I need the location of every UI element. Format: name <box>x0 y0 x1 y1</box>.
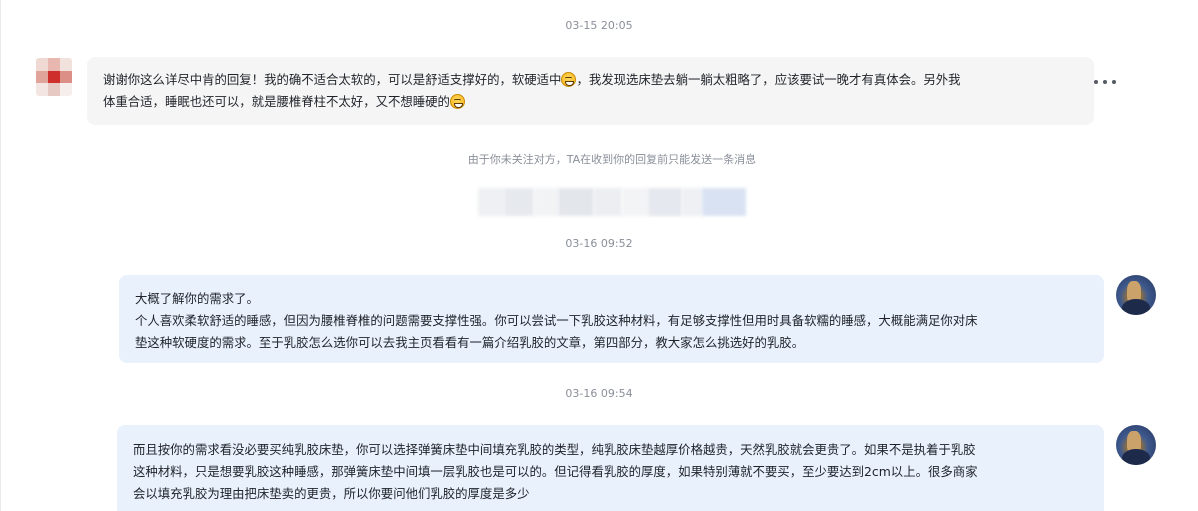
more-dots-icon[interactable] <box>1094 73 1116 91</box>
message-bubble-incoming: 谢谢你这么详尽中肯的回复！我的确不适合太软的，可以是舒适支撑好的，软硬适中 ，我发… <box>87 57 1094 125</box>
message-line: 谢谢你这么详尽中肯的回复！我的确不适合太软的，可以是舒适支撑好的，软硬适中 ，我发… <box>103 69 1078 91</box>
follow-notice: 由于你未关注对方，TA在收到你的回复前只能发送一条消息 <box>467 153 757 166</box>
timestamp: 03-15 20:05 <box>565 19 633 32</box>
avatar[interactable] <box>1116 425 1156 465</box>
left-divider <box>0 0 1 511</box>
message-line: 体重合适，睡眠也还可以，就是腰椎脊柱不太好，又不想睡硬的 <box>103 91 1078 113</box>
message-bubble-outgoing: 大概了解你的需求了。 个人喜欢柔软舒适的睡感，但因为腰椎脊椎的问题需要支撑性强。… <box>119 275 1104 363</box>
message-line: 个人喜欢柔软舒适的睡感，但因为腰椎脊椎的问题需要支撑性强。你可以尝试一下乳胶这种… <box>135 313 978 328</box>
avatar[interactable] <box>36 58 72 96</box>
message-line: 大概了解你的需求了。 <box>135 291 259 306</box>
message-text: 体重合适，睡眠也还可以，就是腰椎脊柱不太好，又不想睡硬的 <box>103 94 450 109</box>
grinning-squint-emoji-icon <box>449 94 465 109</box>
grinning-squint-emoji-icon <box>561 72 577 87</box>
chat-window: 03-15 20:05 谢谢你这么详尽中肯的回复！我的确不适合太软的，可以是舒适… <box>0 0 1198 511</box>
timestamp: 03-16 09:54 <box>565 387 633 400</box>
message-line: 会以填充乳胶为理由把床垫卖的更贵，所以你要问他们乳胶的厚度是多少 <box>133 486 530 501</box>
message-text: ，我发现选床垫去躺一躺太粗略了，应该要试一晚才有真体会。另外我 <box>576 72 961 87</box>
message-line: 这种材料，只是想要乳胶这种睡感，那弹簧床垫中间填一层乳胶也是可以的。但记得看乳胶… <box>133 464 978 479</box>
timestamp: 03-16 09:52 <box>565 237 633 250</box>
message-line: 垫这种软硬度的需求。至于乳胶怎么选你可以去我主页看看有一篇介绍乳胶的文章，第四部… <box>135 335 805 350</box>
avatar[interactable] <box>1116 275 1156 315</box>
redacted-content <box>478 188 746 216</box>
message-bubble-outgoing: 而且按你的需求看没必要买纯乳胶床垫，你可以选择弹簧床垫中间填充乳胶的类型，纯乳胶… <box>117 425 1104 511</box>
message-text: 谢谢你这么详尽中肯的回复！我的确不适合太软的，可以是舒适支撑好的，软硬适中 <box>103 72 562 87</box>
message-line: 而且按你的需求看没必要买纯乳胶床垫，你可以选择弹簧床垫中间填充乳胶的类型，纯乳胶… <box>133 442 976 457</box>
